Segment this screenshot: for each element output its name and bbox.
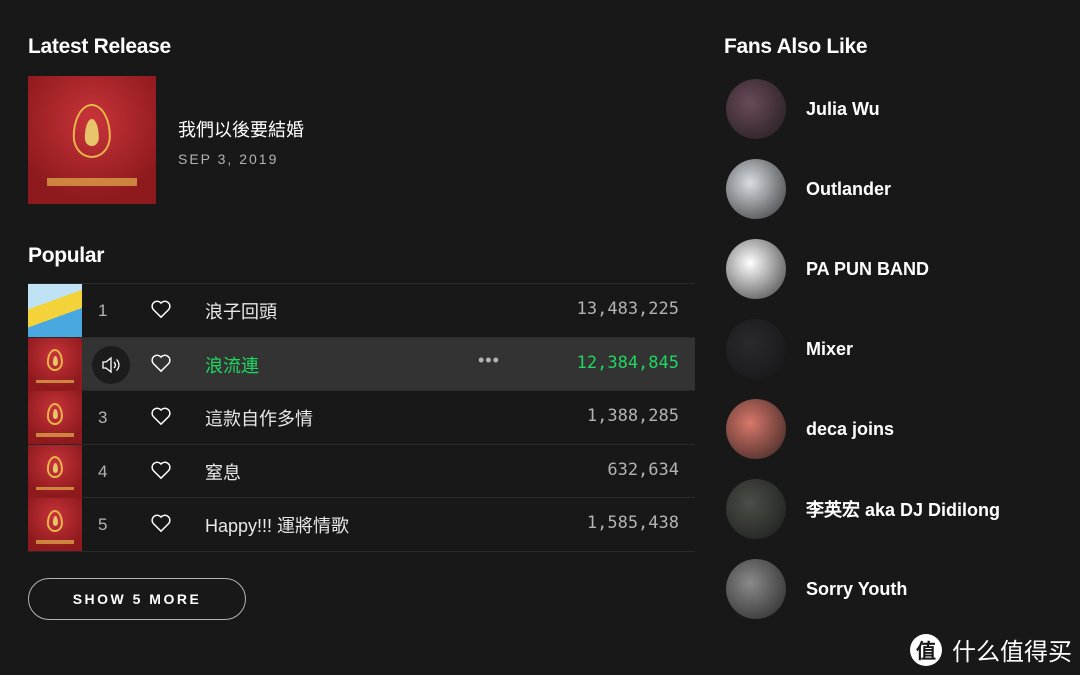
track-number: 4 (98, 461, 108, 481)
fans-also-like-heading: Fans Also Like (724, 35, 868, 58)
latest-release-cover[interactable] (28, 76, 156, 204)
artist-name[interactable]: Outlander (806, 179, 891, 200)
track-cover (28, 284, 82, 337)
artist-avatar[interactable] (726, 239, 786, 299)
track-title[interactable]: 這款自作多情 (205, 405, 313, 431)
track-title[interactable]: 浪流連 (205, 352, 259, 378)
popular-heading: Popular (28, 244, 105, 267)
artist-name[interactable]: deca joins (806, 419, 894, 440)
artist-avatar[interactable] (726, 79, 786, 139)
track-play-count: 12,384,845 (576, 352, 679, 373)
artist-avatar[interactable] (726, 479, 786, 539)
artist-item[interactable]: Sorry Youth (726, 559, 907, 619)
heart-icon[interactable] (150, 513, 172, 538)
track-cover (28, 498, 82, 551)
artist-item[interactable]: PA PUN BAND (726, 239, 929, 299)
track-number: 5 (98, 515, 108, 534)
track-row[interactable]: 4 窒息 632,634 (28, 444, 695, 498)
track-row[interactable]: 5 Happy!!! 運將情歌 1,585,438 (28, 498, 695, 552)
speaker-icon[interactable] (92, 345, 130, 384)
artist-name[interactable]: PA PUN BAND (806, 259, 929, 280)
artist-name[interactable]: Mixer (806, 339, 853, 360)
track-cover (28, 337, 82, 391)
artist-avatar[interactable] (726, 319, 786, 379)
track-cover (28, 391, 82, 444)
artist-item[interactable]: 李英宏 aka DJ Didilong (726, 479, 1000, 539)
track-number: 1 (98, 301, 108, 320)
track-row[interactable]: 3 這款自作多情 1,388,285 (28, 391, 695, 445)
artist-name[interactable]: Julia Wu (806, 99, 880, 120)
heart-icon[interactable] (150, 406, 172, 431)
track-title[interactable]: 窒息 (205, 459, 241, 485)
track-title[interactable]: 浪子回頭 (205, 298, 277, 324)
latest-release-date: SEP 3, 2019 (178, 151, 279, 167)
track-play-count: 632,634 (607, 459, 679, 480)
popular-track-list: 1 浪子回頭 13,483,225 浪流連 ••• 12,384,845 3 這款自作多情 1,… (28, 283, 695, 552)
watermark-logo-icon: 值 (910, 633, 942, 666)
track-row[interactable]: 1 浪子回頭 13,483,225 (28, 284, 695, 338)
show-more-button[interactable]: SHOW 5 MORE (28, 578, 246, 620)
heart-icon[interactable] (150, 353, 172, 378)
heart-icon[interactable] (150, 299, 172, 324)
track-play-count: 1,585,438 (586, 513, 679, 533)
artist-avatar[interactable] (726, 559, 786, 619)
artist-avatar[interactable] (726, 399, 786, 459)
track-cover (28, 444, 82, 498)
watermark-text: 什么值得买 (952, 639, 1072, 666)
track-title[interactable]: Happy!!! 運將情歌 (205, 512, 349, 538)
artist-avatar[interactable] (726, 159, 786, 219)
artist-name[interactable]: 李英宏 aka DJ Didilong (806, 496, 1000, 522)
track-play-count: 13,483,225 (576, 299, 679, 319)
artist-item[interactable]: Julia Wu (726, 79, 880, 139)
track-number: 3 (98, 408, 108, 427)
track-play-count: 1,388,285 (586, 406, 679, 426)
artist-name[interactable]: Sorry Youth (806, 579, 907, 600)
track-row[interactable]: 浪流連 ••• 12,384,845 (28, 337, 695, 391)
watermark: 值 什么值得买 (910, 632, 1072, 667)
more-options-icon[interactable]: ••• (478, 350, 500, 371)
artist-item[interactable]: deca joins (726, 399, 894, 459)
artist-item[interactable]: Outlander (726, 159, 891, 219)
artist-item[interactable]: Mixer (726, 319, 853, 379)
heart-icon[interactable] (150, 460, 172, 485)
latest-release-title[interactable]: 我們以後要結婚 (178, 116, 304, 142)
latest-release-heading: Latest Release (28, 35, 171, 58)
